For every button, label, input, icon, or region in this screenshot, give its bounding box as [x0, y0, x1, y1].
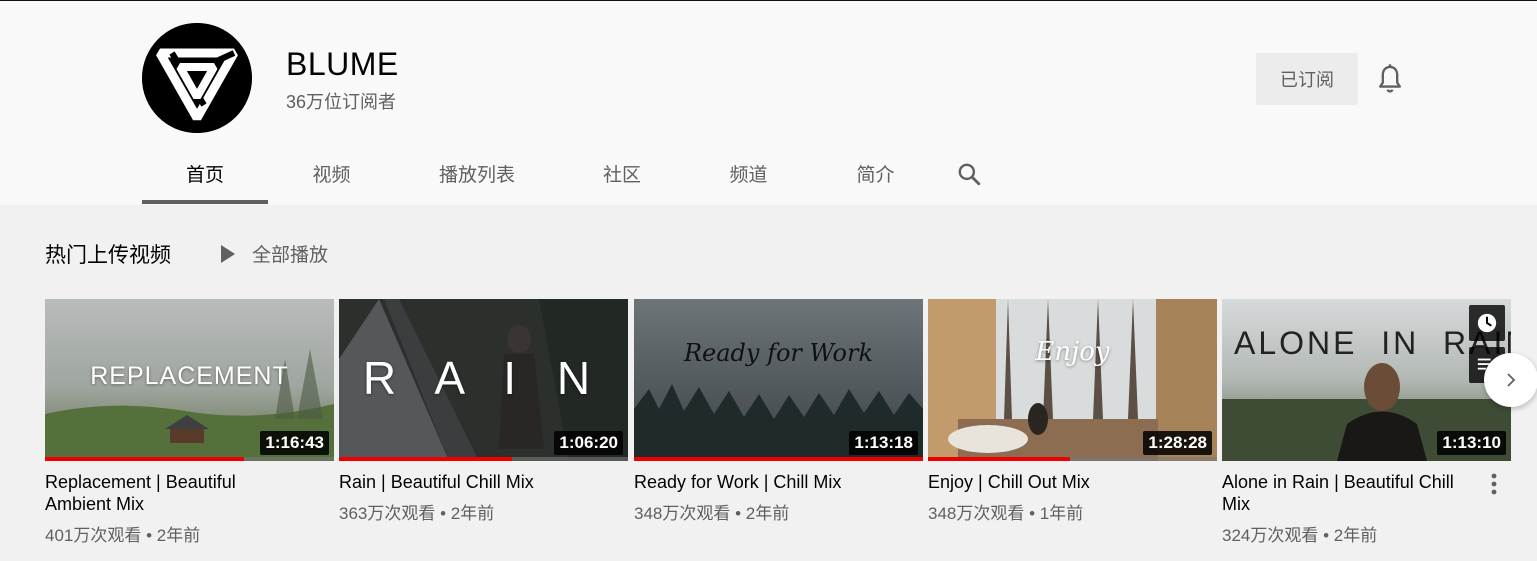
watch-progress-fill [634, 457, 923, 461]
video-meta: 348万次观看 • 2年前 [634, 499, 923, 524]
upload-age: 2年前 [450, 504, 495, 523]
video-thumbnail[interactable]: ALONE IN RAIN 1:13:10 [1222, 299, 1511, 461]
upload-age: 1年前 [1039, 504, 1084, 523]
tab-videos[interactable]: 视频 [268, 143, 395, 204]
video-thumbnail[interactable]: R A I N 1:06:20 [339, 299, 628, 461]
play-icon [221, 244, 235, 263]
clock-icon[interactable] [1469, 305, 1505, 341]
watch-progress-fill [45, 457, 245, 461]
upload-age: 2年前 [1333, 526, 1378, 545]
thumbnail-overlay-text: Ready for Work [683, 339, 874, 367]
play-all-button[interactable]: 全部播放 [220, 240, 328, 267]
video-duration: 1:13:18 [849, 431, 918, 455]
watch-progress-fill [928, 457, 1070, 461]
meta-separator: • [440, 504, 447, 523]
tab-channels[interactable]: 频道 [685, 143, 812, 204]
view-count: 348万次观看 [634, 504, 731, 523]
thumbnail-overlay-text: Enjoy [1035, 337, 1110, 367]
thumbnail-overlay-text: R A I N [362, 352, 605, 404]
view-count: 401万次观看 [45, 526, 142, 545]
video-thumbnail[interactable]: REPLACEMENT 1:16:43 [45, 299, 334, 461]
watch-progress-fill [339, 457, 513, 461]
tab-home[interactable]: 首页 [142, 143, 268, 204]
upload-age: 2年前 [745, 504, 790, 523]
more-vert-icon[interactable] [1486, 472, 1502, 496]
watch-progress-bar [634, 457, 923, 461]
video-title[interactable]: Alone in Rain | Beautiful Chill Mix [1222, 471, 1472, 515]
video-title[interactable]: Enjoy | Chill Out Mix [928, 471, 1178, 493]
view-count: 348万次观看 [928, 504, 1025, 523]
subscriber-count: 36万位订阅者 [286, 92, 397, 112]
view-count: 324万次观看 [1222, 526, 1319, 545]
video-meta: 401万次观看 • 2年前 [45, 521, 334, 546]
watch-progress-bar [45, 457, 334, 461]
video-duration: 1:06:20 [554, 431, 623, 455]
video-card: Ready for Work 1:13:18 Ready for Work | … [634, 299, 923, 524]
meta-separator: • [1323, 526, 1330, 545]
channel-name: BLUME [286, 46, 399, 82]
tab-playlists[interactable]: 播放列表 [395, 143, 559, 204]
bell-icon[interactable] [1374, 63, 1406, 97]
thumbnail-overlay-text: REPLACEMENT [90, 362, 289, 390]
video-duration: 1:28:28 [1143, 431, 1212, 455]
video-duration: 1:13:10 [1437, 431, 1506, 455]
video-card: REPLACEMENT 1:16:43 Replacement | Beauti… [45, 299, 334, 546]
search-icon[interactable] [939, 143, 999, 204]
tab-community[interactable]: 社区 [559, 143, 685, 204]
meta-separator: • [735, 504, 742, 523]
section-title: 热门上传视频 [45, 244, 171, 267]
video-card: ALONE IN RAIN 1:13:10 Alone in Rain | Be… [1222, 299, 1511, 546]
video-title[interactable]: Replacement | Beautiful Ambient Mix [45, 471, 295, 515]
video-thumbnail[interactable]: Ready for Work 1:13:18 [634, 299, 923, 461]
chevron-right-icon[interactable] [1484, 353, 1537, 407]
video-meta: 324万次观看 • 2年前 [1222, 521, 1511, 546]
video-card: R A I N 1:06:20 Rain | Beautiful Chill M… [339, 299, 628, 524]
video-meta: 363万次观看 • 2年前 [339, 499, 628, 524]
video-title[interactable]: Rain | Beautiful Chill Mix [339, 471, 589, 493]
video-title[interactable]: Ready for Work | Chill Mix [634, 471, 884, 493]
channel-tabs: 首页 视频 播放列表 社区 频道 简介 [142, 143, 999, 204]
watch-progress-bar [339, 457, 628, 461]
video-duration: 1:16:43 [260, 431, 329, 455]
channel-header: BLUME 36万位订阅者 已订阅 首页 视频 播放列表 社区 频道 简介 [0, 0, 1537, 205]
video-meta: 348万次观看 • 1年前 [928, 499, 1217, 524]
tab-about[interactable]: 简介 [812, 143, 939, 204]
channel-logo-icon [142, 23, 252, 133]
subscribed-button[interactable]: 已订阅 [1256, 53, 1358, 105]
watch-progress-bar [928, 457, 1217, 461]
video-thumbnail[interactable]: Enjoy 1:28:28 [928, 299, 1217, 461]
meta-separator: • [146, 526, 153, 545]
upload-age: 2年前 [156, 526, 201, 545]
channel-avatar[interactable] [142, 23, 252, 133]
meta-separator: • [1029, 504, 1036, 523]
video-card: Enjoy 1:28:28 Enjoy | Chill Out Mix 348万… [928, 299, 1217, 524]
view-count: 363万次观看 [339, 504, 436, 523]
play-all-label: 全部播放 [252, 245, 329, 266]
